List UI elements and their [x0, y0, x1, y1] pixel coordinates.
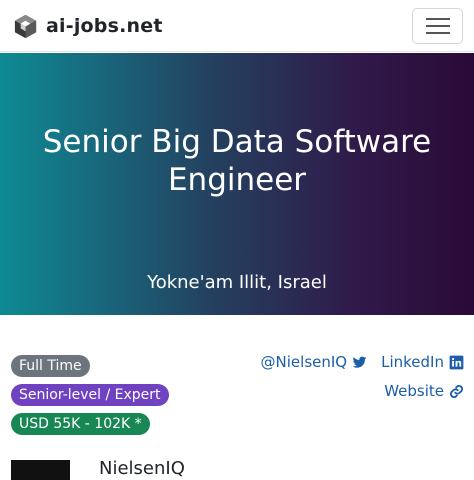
social-links-row: @NielsenIQ LinkedIn [261, 351, 464, 373]
hamburger-menu-icon [425, 18, 450, 34]
menu-toggle-button[interactable] [412, 8, 463, 44]
job-title: Senior Big Data Software Engineer [42, 124, 432, 198]
company-logo [11, 460, 70, 480]
twitter-link-label: @NielsenIQ [260, 353, 348, 371]
top-navbar: ai-jobs.net [0, 0, 474, 52]
job-location: Yokne'am Illit, Israel [147, 272, 327, 293]
experience-level-badge[interactable]: Senior-level / Expert [11, 384, 169, 406]
company-name[interactable]: NielsenIQ [99, 458, 185, 480]
job-hero-banner: Senior Big Data Software Engineer Yokne'… [0, 53, 474, 315]
brand-name: ai-jobs.net [46, 15, 163, 37]
link-chain-icon [449, 384, 464, 398]
salary-badge[interactable]: USD 55K - 102K * [11, 413, 150, 435]
website-link-label: Website [384, 382, 444, 400]
twitter-link[interactable]: @NielsenIQ [261, 351, 368, 373]
twitter-icon [352, 356, 367, 368]
employment-type-badge[interactable]: Full Time [11, 355, 90, 377]
cube-logo-icon [14, 14, 37, 38]
linkedin-link-label: LinkedIn [381, 353, 444, 371]
brand-link[interactable]: ai-jobs.net [12, 12, 163, 40]
linkedin-icon [449, 355, 464, 369]
website-link[interactable]: Website [384, 380, 464, 402]
linkedin-link[interactable]: LinkedIn [381, 351, 464, 373]
